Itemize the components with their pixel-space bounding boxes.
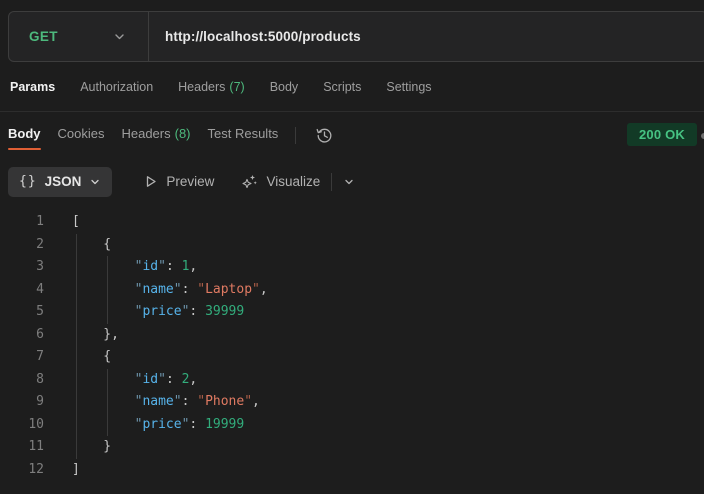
format-selector[interactable]: {} JSON — [8, 166, 113, 197]
format-label: JSON — [44, 174, 82, 189]
preview-button[interactable]: Preview — [143, 174, 214, 189]
code-text: "id": 2, — [72, 368, 198, 391]
tab-label: Authorization — [80, 79, 154, 94]
response-tab-cookies[interactable]: Cookies — [58, 120, 105, 150]
url-input[interactable]: http://localhost:5000/products — [149, 29, 361, 44]
code-line: 12] — [0, 459, 704, 482]
line-number: 11 — [28, 439, 44, 454]
tab-label: Headers — [121, 126, 171, 141]
code-line: 5 "price": 39999 — [0, 301, 704, 324]
request-tab-headers[interactable]: Headers (7) — [178, 80, 245, 94]
code-line: 3 "id": 1, — [0, 256, 704, 279]
tab-label: Body — [8, 126, 41, 141]
play-outline-icon — [143, 174, 158, 189]
code-text: "price": 19999 — [72, 413, 245, 436]
request-tab-authorization[interactable]: Authorization — [80, 80, 153, 94]
response-tab-body[interactable]: Body — [8, 120, 41, 150]
request-tab-settings[interactable]: Settings — [386, 80, 431, 94]
code-text: }, — [72, 323, 119, 346]
divider — [295, 126, 297, 144]
request-tabs: Params Authorization Headers (7) Body Scripts… — [0, 62, 704, 112]
tab-label: Scripts — [323, 79, 362, 94]
sparkles-icon — [241, 173, 258, 190]
code-line: 6 }, — [0, 323, 704, 346]
chevron-down-icon — [89, 176, 101, 188]
response-body-json: 1[2 {3 "id": 1, 4 "name": "Laptop", 5 "pri… — [0, 205, 704, 481]
history-clock-icon[interactable] — [313, 124, 336, 147]
code-line: 11 } — [0, 436, 704, 459]
tab-label: Params — [10, 79, 56, 94]
code-text: "id": 1, — [72, 256, 198, 279]
tab-label: Headers — [178, 79, 226, 94]
line-number: 6 — [36, 326, 44, 342]
preview-label: Preview — [166, 174, 215, 189]
visualize-button[interactable]: Visualize — [241, 173, 320, 190]
tab-label: Cookies — [57, 126, 105, 141]
tab-label: Body — [269, 79, 299, 94]
request-url-bar: GET http://localhost:5000/products — [8, 11, 704, 62]
line-number: 7 — [36, 349, 44, 364]
line-number: 1 — [36, 214, 44, 229]
visualize-label: Visualize — [266, 174, 321, 189]
code-line: 7 { — [0, 346, 704, 369]
line-number: 10 — [28, 416, 44, 432]
line-number: 12 — [28, 461, 44, 477]
code-line: 2 { — [0, 233, 704, 256]
request-tab-params[interactable]: Params — [10, 80, 55, 94]
line-number: 5 — [36, 304, 44, 319]
response-tabs-list: Body Cookies Headers (8) Test Results — [8, 120, 278, 150]
code-text: { — [72, 346, 112, 369]
code-text: "name": "Phone", — [72, 391, 260, 414]
code-line: 1[ — [0, 211, 704, 234]
line-number: 4 — [36, 281, 44, 297]
method-label: GET — [29, 29, 58, 44]
code-line: 4 "name": "Laptop", — [0, 278, 704, 301]
braces-icon: {} — [19, 174, 37, 189]
tab-label: Test Results — [207, 126, 279, 141]
code-line: 9 "name": "Phone", — [0, 391, 704, 414]
tab-label: Settings — [386, 79, 432, 94]
response-tab-test-results[interactable]: Test Results — [208, 120, 279, 150]
status-badge[interactable]: 200 OK — [626, 123, 697, 146]
line-number: 8 — [36, 371, 44, 387]
method-selector[interactable]: GET — [9, 12, 148, 61]
line-number: 3 — [36, 259, 44, 274]
request-tab-scripts[interactable]: Scripts — [323, 80, 361, 94]
code-text: "price": 39999 — [72, 301, 245, 324]
code-line: 10 "price": 19999 — [0, 413, 704, 436]
code-text: } — [72, 436, 112, 459]
line-number: 9 — [36, 394, 44, 409]
code-text: "name": "Laptop", — [72, 278, 268, 301]
response-tab-headers[interactable]: Headers (8) — [121, 120, 190, 150]
chevron-down-icon — [113, 30, 126, 43]
tab-count: (8) — [174, 126, 191, 141]
code-text: ] — [72, 461, 80, 477]
request-tab-body[interactable]: Body — [270, 80, 299, 94]
chevron-down-icon[interactable] — [340, 173, 358, 191]
response-toolbar: {} JSON Preview Visualize — [0, 158, 704, 205]
tab-count: (7) — [229, 79, 245, 94]
code-line: 8 "id": 2, — [0, 368, 704, 391]
code-text: [ — [72, 214, 80, 229]
response-tabs: Body Cookies Headers (8) Test Results 200 OK — [0, 112, 704, 158]
line-number: 2 — [36, 236, 44, 252]
code-text: { — [72, 233, 112, 256]
divider — [331, 172, 333, 191]
